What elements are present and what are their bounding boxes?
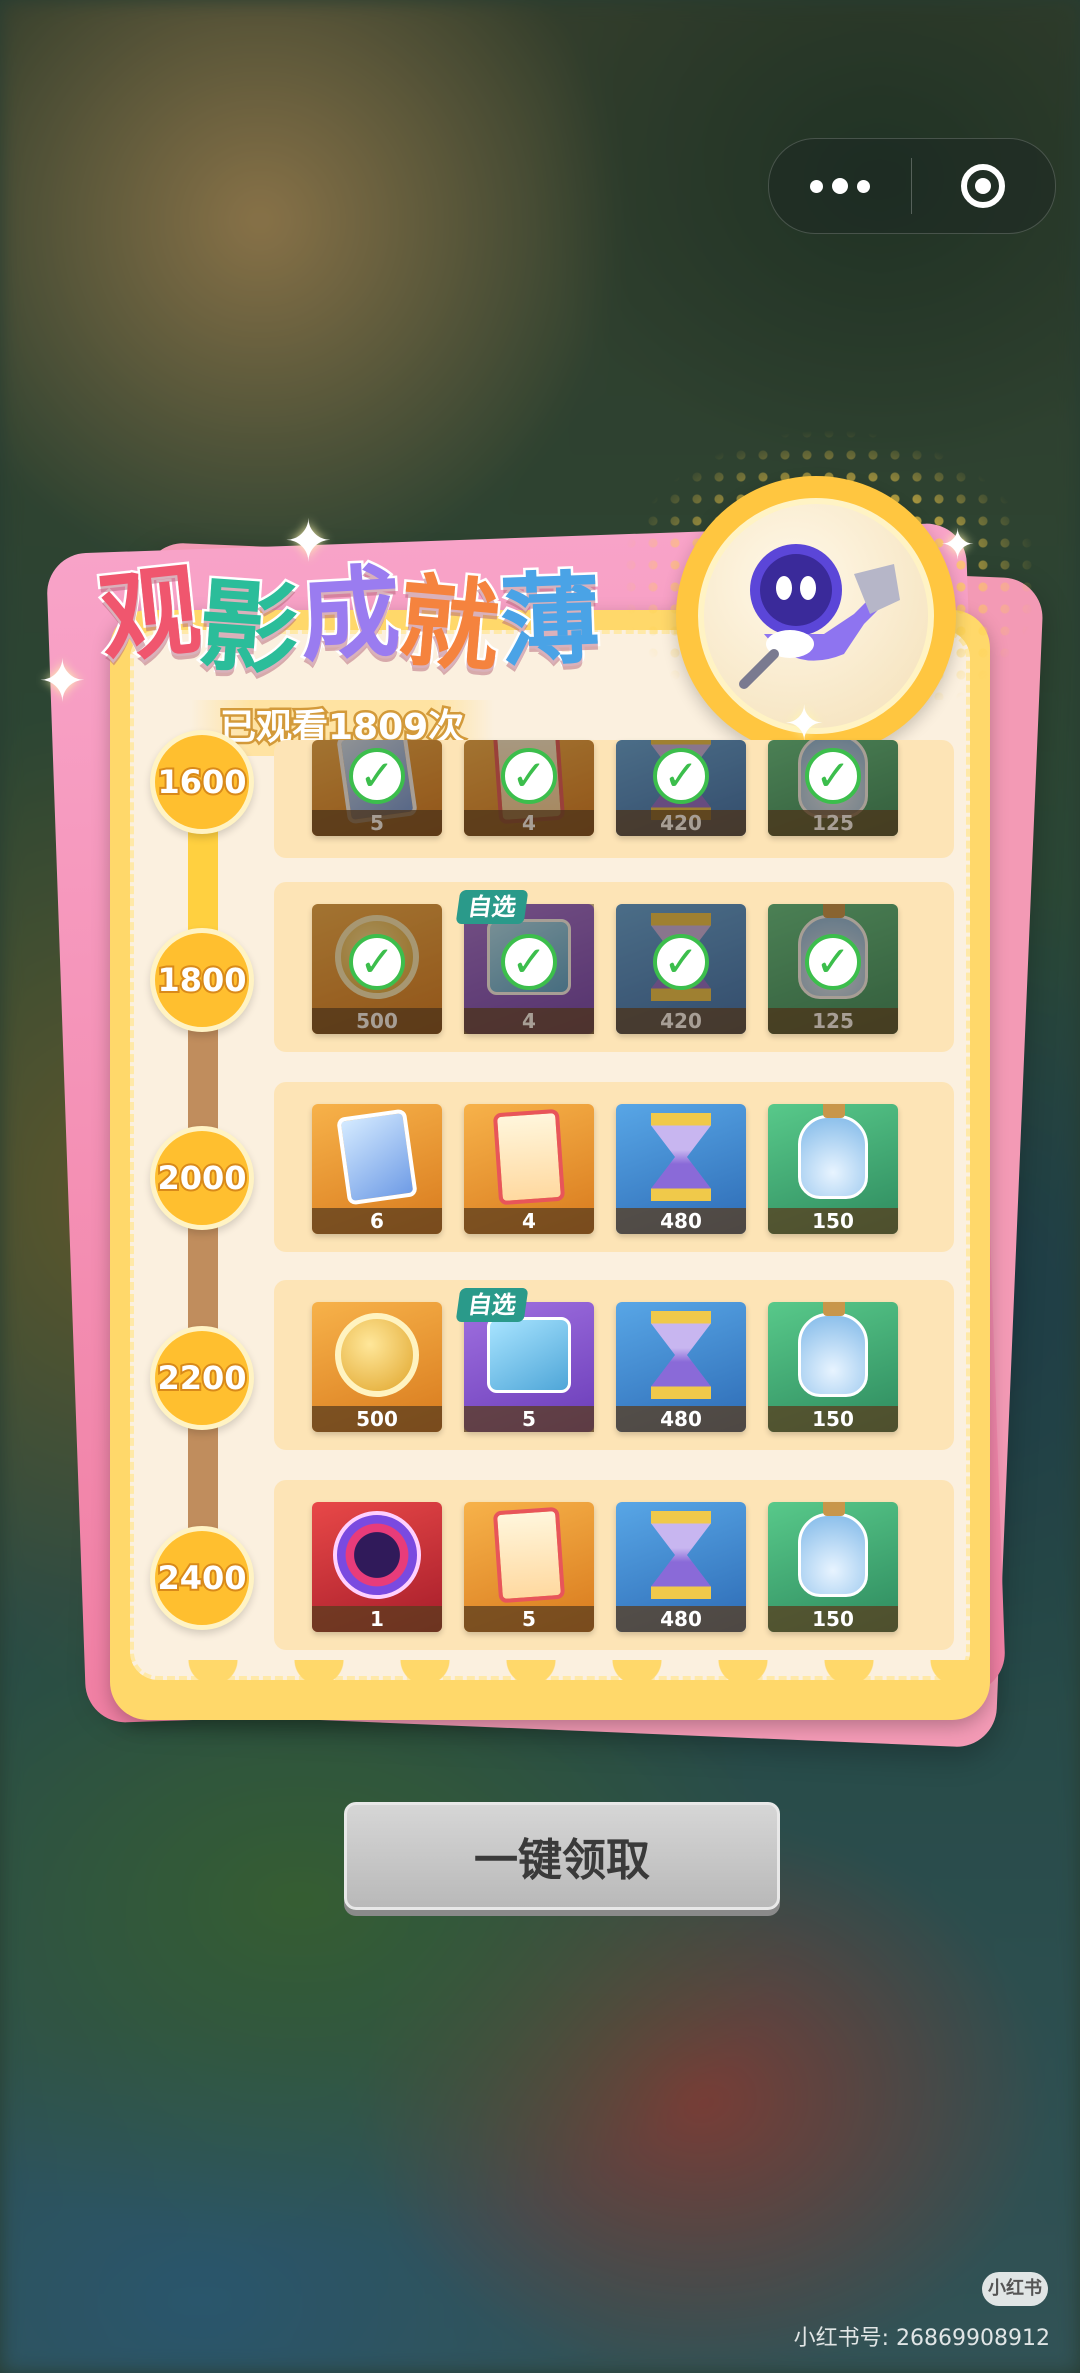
reward-item[interactable]: ✓ 500	[312, 904, 442, 1034]
bottle-icon	[768, 1302, 898, 1408]
watermark-text: 小红书号: 26869908912	[793, 2326, 1050, 2351]
reward-quantity: 4	[464, 810, 594, 836]
reward-item[interactable]: 自选 5	[455, 1288, 594, 1432]
claimed-check-icon: ✓	[501, 748, 557, 804]
reward-item[interactable]: 自选 ✓ 4	[455, 890, 594, 1034]
hourglass-icon	[616, 1302, 746, 1408]
reward-quantity: 1	[312, 1606, 442, 1632]
claimed-check-icon: ✓	[805, 934, 861, 990]
claimed-check-icon: ✓	[653, 748, 709, 804]
reward-row: ✓ 500 自选 ✓ 4 ✓ 420 ✓ 125	[274, 882, 954, 1052]
reward-item[interactable]: ✓ 420	[616, 740, 746, 836]
milestone-node: 1600	[150, 730, 254, 834]
claimed-check-icon: ✓	[349, 934, 405, 990]
sparkle-icon: ✦	[284, 507, 333, 575]
ticket-icon	[464, 1502, 594, 1608]
claimed-check-icon: ✓	[805, 748, 861, 804]
title-char: 就	[392, 559, 507, 689]
reward-quantity: 480	[616, 1606, 746, 1632]
reward-quantity: 480	[616, 1208, 746, 1234]
reward-item[interactable]: 480	[616, 1104, 746, 1234]
reward-quantity: 150	[768, 1208, 898, 1234]
dot-icon	[810, 179, 823, 193]
reward-quantity: 125	[768, 1008, 898, 1034]
reward-item[interactable]: 1	[312, 1502, 442, 1632]
sparkle-icon: ✦	[940, 520, 976, 569]
claimed-check-icon: ✓	[501, 934, 557, 990]
reward-item[interactable]: ✓ 4	[464, 740, 594, 836]
reward-quantity: 5	[464, 1606, 594, 1632]
target-icon	[961, 164, 1005, 208]
reward-item[interactable]: 4	[464, 1104, 594, 1234]
dot-icon	[857, 179, 870, 193]
claimed-check-icon: ✓	[349, 748, 405, 804]
reward-row: ✓ 5 ✓ 4 ✓ 420 ✓ 125	[274, 740, 954, 858]
reward-item[interactable]: 150	[768, 1302, 898, 1432]
reward-row: 1 5 480 150	[274, 1480, 954, 1650]
title-char: 影	[193, 564, 306, 693]
reward-quantity: 420	[616, 810, 746, 836]
mini-program-capsule	[768, 138, 1056, 234]
reward-item[interactable]: 5	[464, 1502, 594, 1632]
reward-item[interactable]: 6	[312, 1104, 442, 1234]
reward-item[interactable]: 480	[616, 1302, 746, 1432]
ticket-icon	[464, 1104, 594, 1210]
hourglass-icon	[616, 1502, 746, 1608]
mascot-icon	[739, 544, 900, 689]
reward-quantity: 5	[312, 810, 442, 836]
reward-item[interactable]: ✓ 125	[768, 904, 898, 1034]
panel-title: 观 影 成 就 薄	[92, 540, 605, 693]
reward-row: 6 4 480 150	[274, 1082, 954, 1252]
clock-icon	[312, 1502, 442, 1608]
reward-quantity: 5	[464, 1406, 594, 1432]
sparkle-icon: ✦	[38, 647, 87, 715]
reward-quantity: 4	[464, 1208, 594, 1234]
reward-quantity: 420	[616, 1008, 746, 1034]
milestone-node: 2000	[150, 1126, 254, 1230]
reward-quantity: 6	[312, 1208, 442, 1234]
bottle-icon	[768, 1502, 898, 1608]
dot-icon	[832, 178, 848, 194]
reward-quantity: 125	[768, 810, 898, 836]
panel-scallop-edge	[130, 1660, 970, 1696]
coin-icon	[312, 1302, 442, 1408]
close-mini-program-button[interactable]	[912, 139, 1054, 233]
reward-quantity: 4	[464, 1008, 594, 1034]
reward-row: 500 自选 5 480 150	[274, 1280, 954, 1450]
reward-quantity: 500	[312, 1008, 442, 1034]
optional-tag: 自选	[455, 890, 529, 924]
claimed-check-icon: ✓	[653, 934, 709, 990]
reward-item[interactable]: 500	[312, 1302, 442, 1432]
milestone-node: 1800	[150, 928, 254, 1032]
card-icon	[312, 1104, 442, 1210]
bottle-icon	[768, 1104, 898, 1210]
more-options-button[interactable]	[769, 139, 911, 233]
hourglass-icon	[616, 1104, 746, 1210]
reward-item[interactable]: 150	[768, 1502, 898, 1632]
title-char: 观	[92, 549, 209, 681]
reward-item[interactable]: ✓ 420	[616, 904, 746, 1034]
claim-all-button[interactable]: 一键领取	[344, 1802, 780, 1910]
reward-item[interactable]: ✓ 125	[768, 740, 898, 836]
reward-quantity: 150	[768, 1606, 898, 1632]
title-char: 薄	[496, 558, 605, 683]
reward-quantity: 480	[616, 1406, 746, 1432]
reward-quantity: 500	[312, 1406, 442, 1432]
watermark-logo: 小红书	[982, 2272, 1048, 2306]
milestone-node: 2400	[150, 1526, 254, 1630]
reward-item[interactable]: ✓ 5	[312, 740, 442, 836]
reward-item[interactable]: 480	[616, 1502, 746, 1632]
reward-quantity: 150	[768, 1406, 898, 1432]
title-char: 成	[294, 551, 405, 678]
milestone-node: 2200	[150, 1326, 254, 1430]
reward-item[interactable]: 150	[768, 1104, 898, 1234]
optional-tag: 自选	[455, 1288, 529, 1322]
